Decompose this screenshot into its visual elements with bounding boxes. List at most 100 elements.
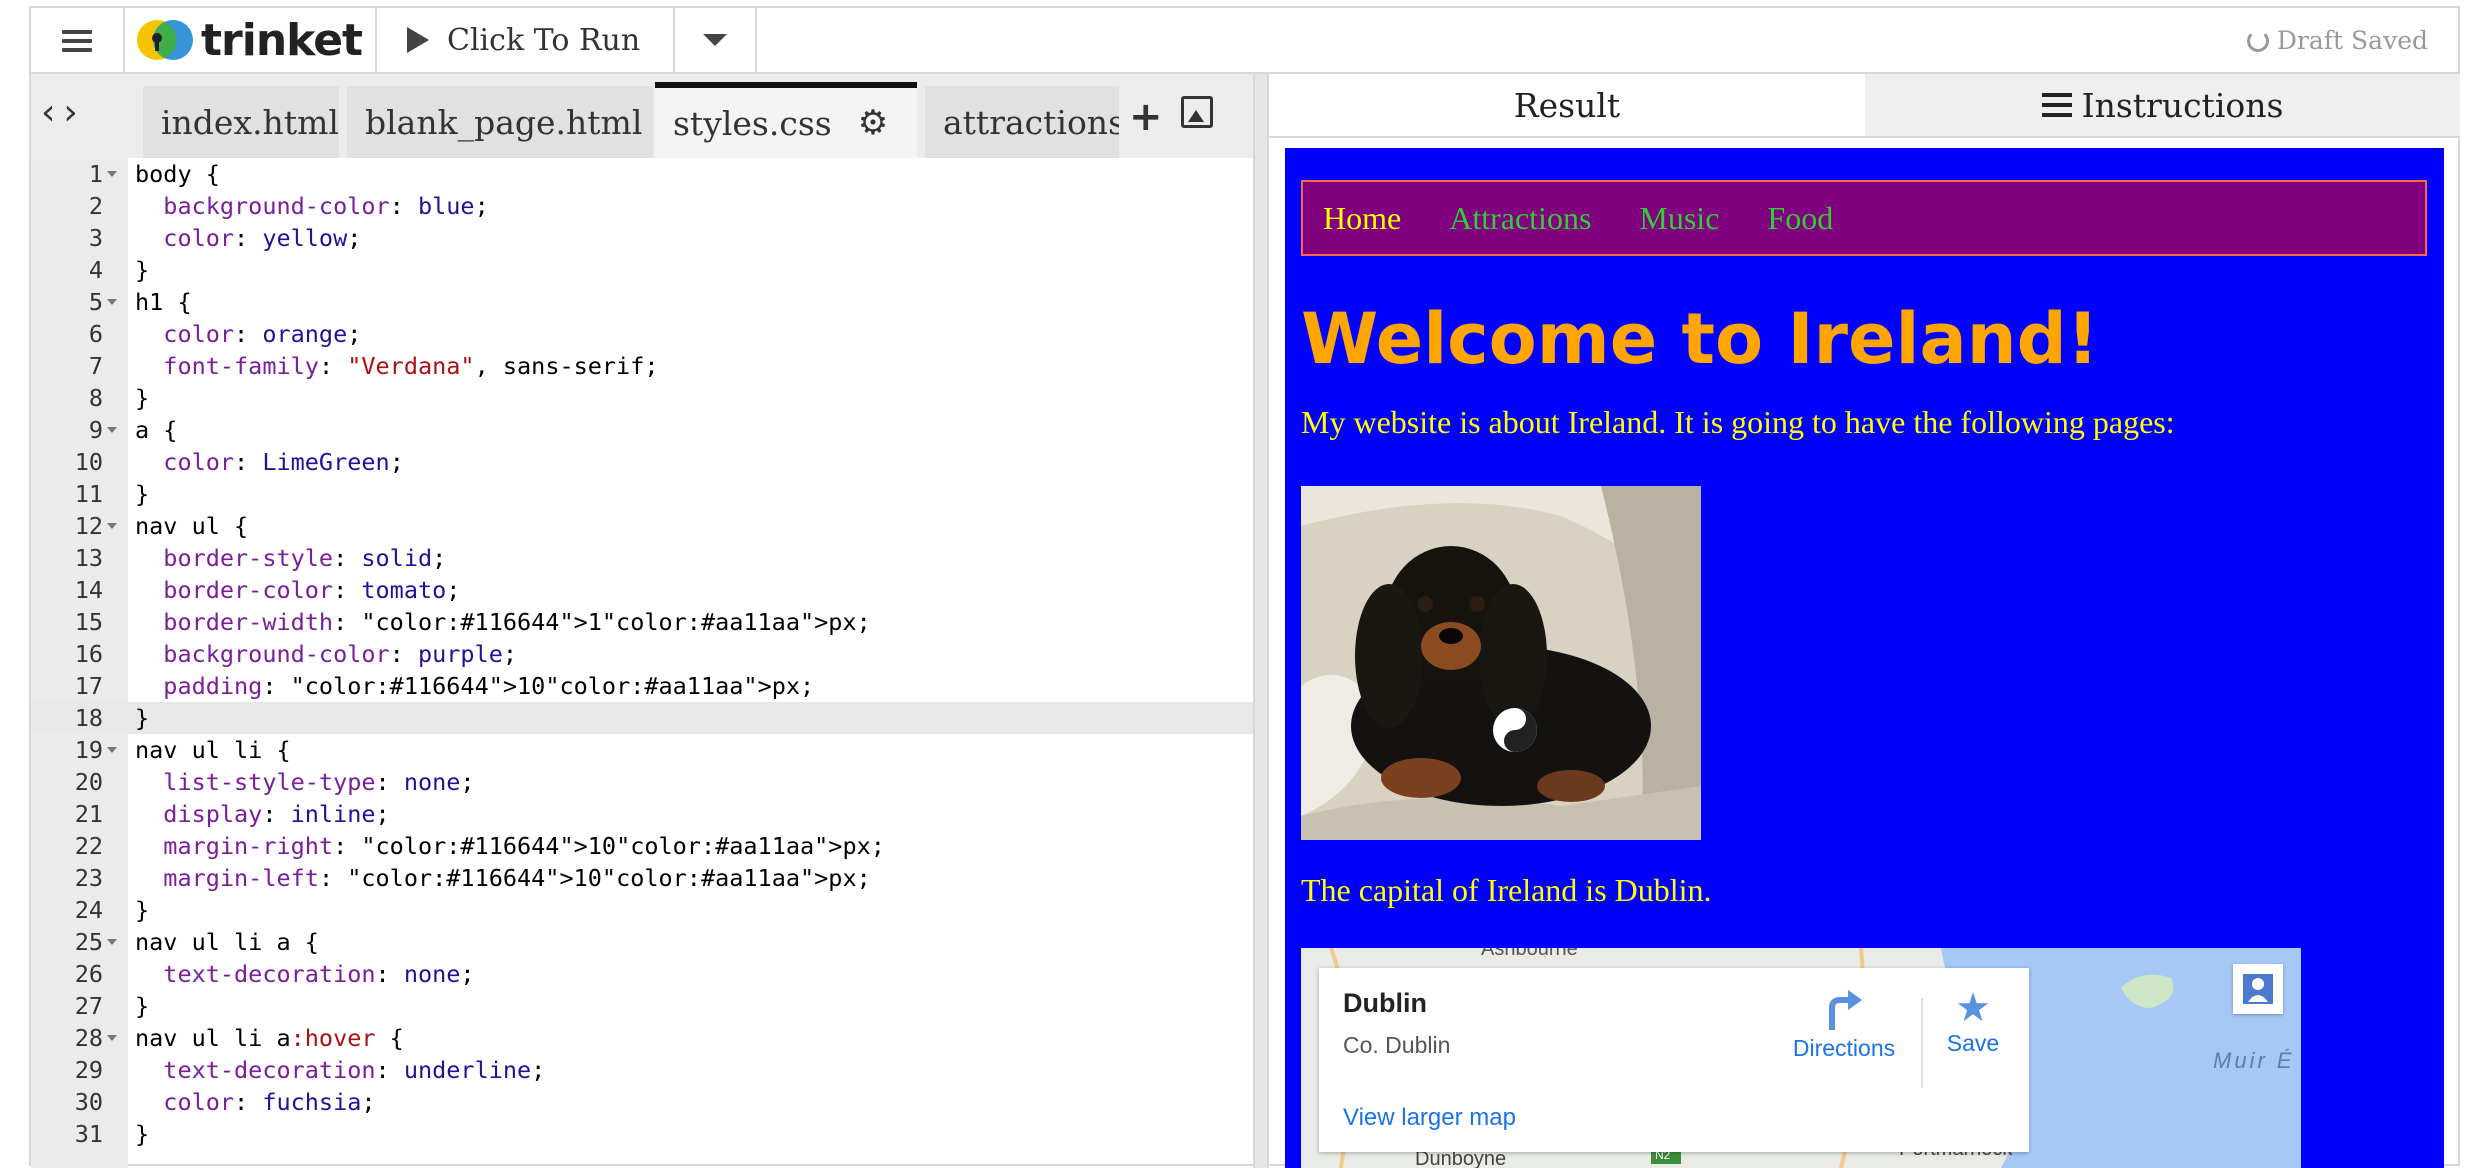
menu-icon-bar <box>62 48 92 52</box>
embedded-map[interactable]: Ashbourne Muir É Dunboyne Portmarnock N2… <box>1301 948 2301 1168</box>
code-line[interactable]: 19 nav ul li { <box>31 734 1253 766</box>
code-line[interactable]: 9 a { <box>31 414 1253 446</box>
code-line[interactable]: 20 list-style-type: none; <box>31 766 1253 798</box>
code-line[interactable]: 4} <box>31 254 1253 286</box>
tab-styles-css[interactable]: styles.css ⚙ <box>655 82 917 158</box>
tab-label: styles.css <box>673 103 832 143</box>
code-line[interactable]: 17 padding: "color:#116644">10"color:#aa… <box>31 670 1253 702</box>
code-line[interactable]: 26 text-decoration: none; <box>31 958 1253 990</box>
code-line[interactable]: 8} <box>31 382 1253 414</box>
chevron-right-icon[interactable]: › <box>63 92 77 133</box>
hamburger-menu-button[interactable] <box>31 8 125 72</box>
tab-blank-page-html[interactable]: blank_page.html <box>347 86 653 158</box>
code-line[interactable]: 1 body { <box>31 158 1253 190</box>
fold-toggle-icon[interactable] <box>107 171 117 177</box>
code-line-text: margin-right: "color:#116644">10"color:#… <box>163 832 885 860</box>
line-number: 29 <box>74 1056 103 1084</box>
code-editor-pane: ‹ › index.html blank_page.html styles.cs… <box>31 74 1253 1168</box>
draft-status: Draft Saved <box>2246 26 2428 55</box>
line-number: 31 <box>74 1120 103 1148</box>
line-number: 5 <box>88 288 103 316</box>
save-label: Save <box>1946 1030 2000 1056</box>
card-divider <box>1921 998 1923 1088</box>
code-line-text: list-style-type: none; <box>163 768 475 796</box>
trinket-logo-icon <box>137 20 193 60</box>
tab-label: attractions. <box>943 102 1119 142</box>
pane-resize-handle[interactable] <box>1253 74 1269 1168</box>
fold-toggle-icon[interactable] <box>107 299 117 305</box>
line-number: 19 <box>74 736 103 764</box>
dog-photo-image <box>1301 486 1701 840</box>
code-line-text: border-style: solid; <box>163 544 447 572</box>
street-view-button[interactable] <box>2233 964 2283 1014</box>
tab-result[interactable]: Result <box>1269 74 1867 136</box>
line-number: 14 <box>74 576 103 604</box>
tab-instructions-label: Instructions <box>2081 85 2284 125</box>
code-line[interactable]: 3 color: yellow; <box>31 222 1253 254</box>
image-upload-icon[interactable] <box>1181 96 1213 128</box>
code-line[interactable]: 31} <box>31 1118 1253 1150</box>
code-line[interactable]: 25 nav ul li a { <box>31 926 1253 958</box>
code-line[interactable]: 15 border-width: "color:#116644">1"color… <box>31 606 1253 638</box>
nav-link-home[interactable]: Home <box>1323 200 1401 237</box>
code-line[interactable]: 14 border-color: tomato; <box>31 574 1253 606</box>
line-number: 25 <box>74 928 103 956</box>
tab-instructions[interactable]: Instructions <box>1865 74 2460 136</box>
trinket-logo[interactable]: trinket <box>135 15 363 66</box>
code-line[interactable]: 24} <box>31 894 1253 926</box>
code-line-text: margin-left: "color:#116644">10"color:#a… <box>163 864 871 892</box>
code-line-text: } <box>135 704 150 732</box>
run-button-label: Click To Run <box>447 22 641 58</box>
nav-link-attractions[interactable]: Attractions <box>1449 200 1591 237</box>
directions-button[interactable]: Directions <box>1779 986 1909 1062</box>
code-line[interactable]: 29 text-decoration: underline; <box>31 1054 1253 1086</box>
code-line[interactable]: 23 margin-left: "color:#116644">10"color… <box>31 862 1253 894</box>
nav-link-music[interactable]: Music <box>1639 200 1719 237</box>
code-line[interactable]: 2 background-color: blue; <box>31 190 1253 222</box>
code-line-text: nav ul li a:hover { <box>135 1024 404 1052</box>
code-line[interactable]: 10 color: LimeGreen; <box>31 446 1253 478</box>
tab-index-html[interactable]: index.html <box>143 86 339 158</box>
chevron-down-icon <box>703 34 727 46</box>
fold-toggle-icon[interactable] <box>107 427 117 433</box>
code-line[interactable]: 21 display: inline; <box>31 798 1253 830</box>
code-line[interactable]: 27} <box>31 990 1253 1022</box>
line-number: 24 <box>74 896 103 924</box>
code-line[interactable]: 22 margin-right: "color:#116644">10"colo… <box>31 830 1253 862</box>
code-line[interactable]: 6 color: orange; <box>31 318 1253 350</box>
gear-icon[interactable]: ⚙ <box>858 103 888 143</box>
fold-toggle-icon[interactable] <box>107 747 117 753</box>
list-icon <box>2041 93 2072 117</box>
code-line-text: nav ul li { <box>135 736 291 764</box>
code-line-text: } <box>135 384 150 412</box>
code-line[interactable]: 11} <box>31 478 1253 510</box>
map-place-name: Dublin <box>1343 988 1427 1018</box>
add-file-icon[interactable]: + <box>1129 94 1163 140</box>
run-button[interactable]: Click To Run <box>375 8 675 72</box>
save-place-button[interactable]: ★ Save <box>1933 986 2013 1057</box>
nav-link-food[interactable]: Food <box>1767 200 1833 237</box>
code-line[interactable]: 18} <box>31 702 1253 734</box>
code-line[interactable]: 28 nav ul li a:hover { <box>31 1022 1253 1054</box>
code-line[interactable]: 7 font-family: "Verdana", sans-serif; <box>31 350 1253 382</box>
code-area[interactable]: 1 body {2 background-color: blue; 3 color:… <box>31 158 1253 1168</box>
code-line[interactable]: 5 h1 { <box>31 286 1253 318</box>
view-larger-map-link[interactable]: View larger map <box>1343 1104 1516 1132</box>
web-preview: Home Attractions Music Food Welcome to I… <box>1285 148 2444 1168</box>
chevron-left-icon[interactable]: ‹ <box>41 92 55 133</box>
fold-toggle-icon[interactable] <box>107 1035 117 1041</box>
run-options-dropdown[interactable] <box>675 8 757 72</box>
code-line[interactable]: 16 background-color: purple; <box>31 638 1253 670</box>
code-line-text: color: orange; <box>163 320 362 348</box>
code-line-text: body { <box>135 160 220 188</box>
tab-attractions[interactable]: attractions. <box>925 86 1119 158</box>
code-line[interactable]: 12 nav ul { <box>31 510 1253 542</box>
directions-icon <box>1829 990 1862 1030</box>
line-number: 23 <box>74 864 103 892</box>
fold-toggle-icon[interactable] <box>107 523 117 529</box>
fold-toggle-icon[interactable] <box>107 939 117 945</box>
code-line[interactable]: 13 border-style: solid; <box>31 542 1253 574</box>
tab-result-label: Result <box>1513 85 1621 125</box>
code-line-text: a { <box>135 416 178 444</box>
code-line[interactable]: 30 color: fuchsia; <box>31 1086 1253 1118</box>
